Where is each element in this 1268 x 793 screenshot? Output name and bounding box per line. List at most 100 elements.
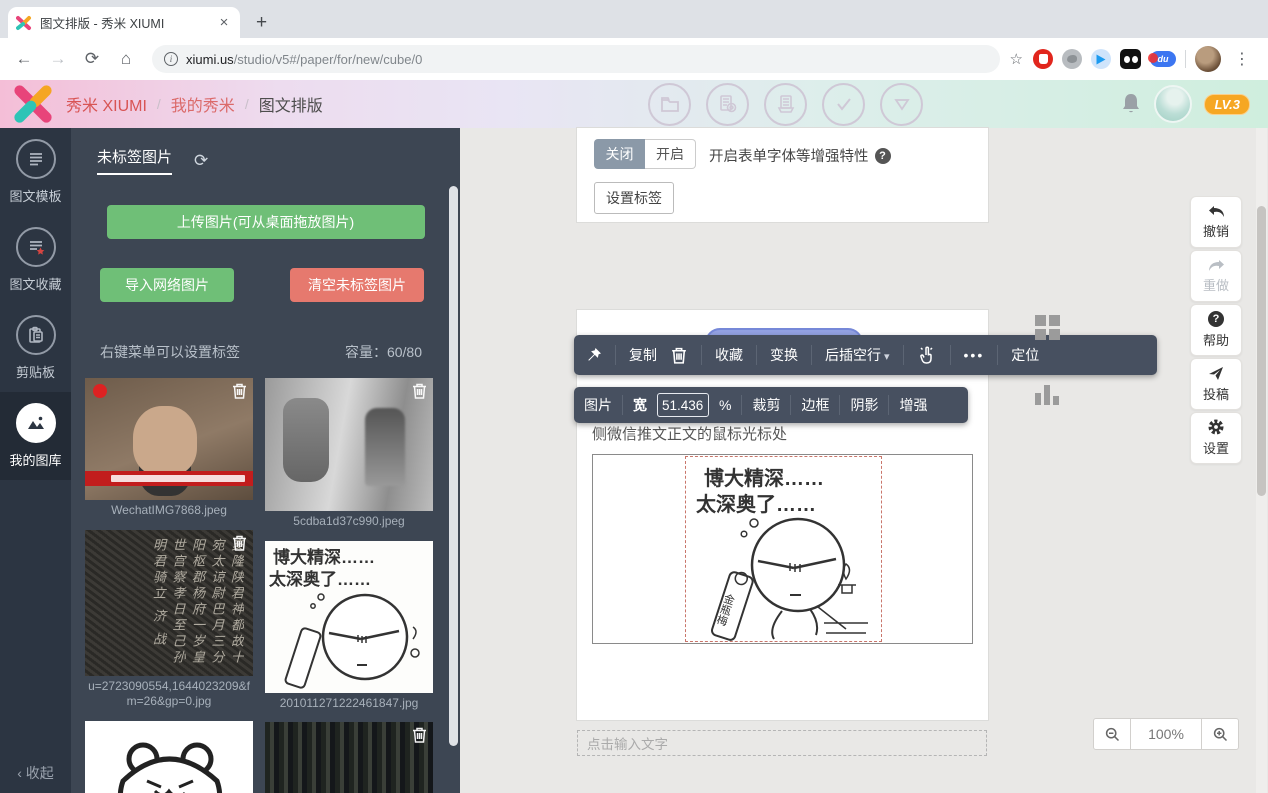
undo-icon — [1208, 205, 1225, 218]
export-doc-icon[interactable] — [706, 83, 749, 126]
delete-image-icon[interactable] — [411, 726, 428, 744]
set-tag-button[interactable]: 设置标签 — [594, 182, 674, 214]
home-icon[interactable]: ⌂ — [112, 45, 140, 73]
tab-untagged-images[interactable]: 未标签图片 — [97, 146, 172, 175]
image-thumbnail[interactable]: 博大精深…… 太深奥了…… — [265, 541, 433, 693]
image-thumbnail[interactable] — [85, 721, 253, 793]
selected-image-outline[interactable]: 博大精深…… 太深奥了…… 金瓶梅 — [685, 456, 882, 642]
panel-scrollbar[interactable] — [449, 186, 458, 746]
divider — [1185, 50, 1186, 68]
gesture-hand-icon[interactable] — [917, 345, 937, 365]
canvas-scrollbar-thumb[interactable] — [1257, 206, 1266, 496]
url-bar[interactable]: i xiumi.us/studio/v5#/paper/for/new/cube… — [152, 45, 1000, 73]
sidebar-item-label: 我的图库 — [9, 450, 61, 469]
bookmark-star-icon[interactable]: ☆ — [1010, 50, 1023, 68]
help-question-icon[interactable]: ? — [875, 148, 891, 164]
chevron-left-icon: ‹ — [17, 765, 22, 781]
collapse-label: 收起 — [26, 765, 54, 781]
element-type-label: 图片 — [584, 395, 612, 415]
image-filename: u=2723090554,1644023209&fm=26&gp=0.jpg — [85, 679, 253, 710]
crop-button[interactable]: 裁剪 — [752, 395, 780, 415]
submit-button[interactable]: 投稿 — [1190, 358, 1242, 410]
browser-tab[interactable]: 图文排版 - 秀米 XIUMI × — [8, 7, 240, 38]
locate-button[interactable]: 定位 — [1011, 345, 1039, 365]
upload-images-button[interactable]: 上传图片(可从桌面拖放图片) — [107, 205, 425, 239]
delete-icon[interactable] — [670, 346, 688, 365]
svg-text:太深奥了……: 太深奥了…… — [696, 492, 816, 516]
image-thumbnail[interactable] — [265, 378, 433, 511]
extensions-row: du ⋮ — [1029, 46, 1258, 72]
action-label: 设置 — [1203, 438, 1229, 457]
breadcrumb-my-xiumi[interactable]: 我的秀米 — [171, 92, 235, 116]
xiumi-favicon — [16, 15, 32, 31]
svg-text:太深奥了……: 太深奥了…… — [269, 569, 371, 589]
redo-button[interactable]: 重做 — [1190, 250, 1242, 302]
sidebar-item-templates[interactable]: 图文模板 — [0, 128, 71, 216]
bar-chart-icon[interactable] — [1035, 383, 1061, 405]
adblock-extension-icon[interactable] — [1033, 49, 1053, 69]
panda-extension-icon[interactable] — [1120, 49, 1141, 69]
browser-toolbar: ← → ⟳ ⌂ i xiumi.us/studio/v5#/paper/for/… — [0, 38, 1268, 80]
undo-button[interactable]: 撤销 — [1190, 196, 1242, 248]
text-input-placeholder[interactable]: 点击输入文字 — [577, 730, 987, 756]
zoom-out-button[interactable] — [1093, 718, 1131, 750]
refresh-icon[interactable]: ⟳ — [194, 151, 208, 171]
forward-icon[interactable]: → — [44, 45, 72, 73]
zoom-in-button[interactable] — [1201, 718, 1239, 750]
check-icon[interactable] — [822, 83, 865, 126]
delete-image-icon[interactable] — [411, 382, 428, 400]
collapse-sidebar-button[interactable]: ‹ 收起 — [0, 763, 71, 783]
triangle-down-icon[interactable] — [880, 83, 923, 126]
shadow-button[interactable]: 阴影 — [850, 395, 878, 415]
sidebar-item-label: 剪贴板 — [16, 362, 55, 381]
pin-icon[interactable] — [586, 347, 602, 363]
border-button[interactable]: 边框 — [801, 395, 829, 415]
enhance-toggle: 关闭 开启 — [594, 139, 696, 169]
image-thumbnail[interactable] — [85, 378, 253, 500]
right-action-buttons: 撤销 重做 ? 帮助 投稿 设置 — [1190, 196, 1242, 464]
action-label: 撤销 — [1203, 221, 1229, 240]
browser-menu-icon[interactable]: ⋮ — [1230, 49, 1254, 69]
tab-close-icon[interactable]: × — [216, 14, 232, 31]
enhance-button[interactable]: 增强 — [899, 395, 927, 415]
toggle-on-button[interactable]: 开启 — [645, 139, 696, 169]
folder-icon[interactable] — [648, 83, 691, 126]
delete-image-icon[interactable] — [231, 382, 248, 400]
sidebar-item-favorites[interactable]: 图文收藏 — [0, 216, 71, 304]
gallery-icon — [16, 403, 56, 443]
image-container[interactable]: 博大精深…… 太深奥了…… 金瓶梅 — [592, 454, 973, 644]
toggle-off-button[interactable]: 关闭 — [594, 139, 645, 169]
capacity-label: 容量：60/80 — [345, 342, 422, 362]
user-avatar[interactable] — [1154, 85, 1192, 123]
help-button[interactable]: ? 帮助 — [1190, 304, 1242, 356]
copy-button[interactable]: 复制 — [629, 345, 657, 365]
sidebar-item-my-gallery[interactable]: 我的图库 — [0, 392, 71, 480]
import-web-image-button[interactable]: 导入网络图片 — [100, 268, 234, 302]
transform-button[interactable]: 变换 — [770, 345, 798, 365]
breadcrumb-brand[interactable]: 秀米 XIUMI — [66, 92, 147, 116]
new-tab-button[interactable]: + — [256, 12, 267, 34]
delete-image-icon[interactable] — [231, 534, 248, 552]
sidebar-item-clipboard[interactable]: 剪贴板 — [0, 304, 71, 392]
image-grid: WechatIMG7868.jpeg 亥隆陕君神都故十宛太谅尉巴月三分阳枢郡杨府… — [71, 362, 460, 793]
print-icon[interactable] — [764, 83, 807, 126]
browser-profile-avatar[interactable] — [1195, 46, 1221, 72]
more-options-button[interactable]: ••• — [964, 347, 985, 363]
url-path: /studio/v5#/paper/for/new/cube/0 — [234, 52, 423, 67]
weibo-extension-icon[interactable] — [1062, 49, 1082, 69]
width-input[interactable] — [657, 393, 709, 417]
layout-grid-icon[interactable] — [1035, 315, 1060, 340]
image-thumbnail[interactable] — [265, 722, 433, 793]
settings-button[interactable]: 设置 — [1190, 412, 1242, 464]
image-thumbnail[interactable]: 亥隆陕君神都故十宛太谅尉巴月三分阳枢郡杨府一岁皇世宫察孝日至己孙明君骑立 济 战 — [85, 530, 253, 676]
notification-bell-icon[interactable] — [1120, 92, 1142, 116]
site-info-icon[interactable]: i — [164, 52, 178, 66]
reload-icon[interactable]: ⟳ — [78, 45, 106, 73]
twitter-extension-icon[interactable] — [1091, 49, 1111, 69]
clear-untagged-button[interactable]: 清空未标签图片 — [290, 268, 424, 302]
action-label: 投稿 — [1203, 384, 1229, 403]
back-icon[interactable]: ← — [10, 45, 38, 73]
baidu-extension-icon[interactable]: du — [1150, 51, 1176, 67]
favorite-button[interactable]: 收藏 — [715, 345, 743, 365]
insert-blank-line-button[interactable]: 后插空行▾ — [825, 345, 890, 365]
